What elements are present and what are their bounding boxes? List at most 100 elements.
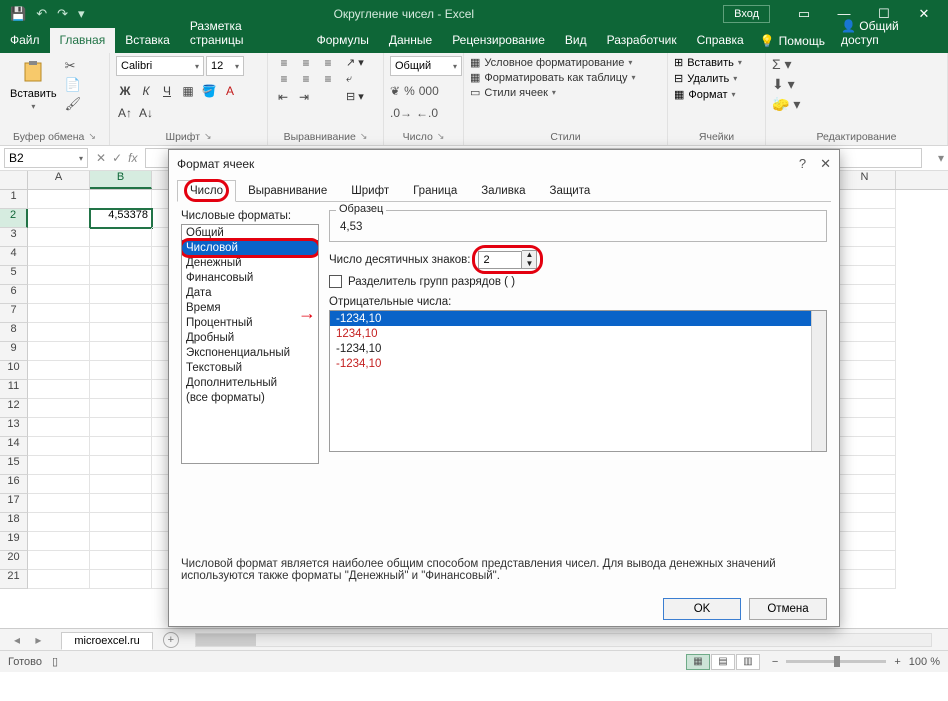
negative-list-item[interactable]: 1234,10 <box>330 326 826 341</box>
formula-expand-icon[interactable]: ▾ <box>938 151 944 165</box>
comma-icon[interactable]: 000 <box>419 84 439 98</box>
sheet-nav-icons[interactable]: ◂ ▸ <box>0 633 61 647</box>
format-list-item[interactable]: Процентный <box>182 315 318 330</box>
cell[interactable] <box>834 418 896 437</box>
cell[interactable] <box>28 247 90 266</box>
ok-button[interactable]: OK <box>663 598 741 620</box>
cell[interactable] <box>834 570 896 589</box>
cell[interactable] <box>90 285 152 304</box>
cell[interactable] <box>834 513 896 532</box>
new-sheet-button[interactable]: + <box>163 632 179 648</box>
format-list-item[interactable]: Числовой <box>182 240 318 255</box>
dialog-tab-fill[interactable]: Заливка <box>469 181 537 201</box>
increase-indent-icon[interactable]: ⇥ <box>295 90 313 104</box>
fx-cancel-icon[interactable]: ✕ <box>96 151 106 165</box>
decimals-input[interactable] <box>478 251 522 269</box>
row-header[interactable]: 6 <box>0 285 28 304</box>
cell[interactable] <box>28 456 90 475</box>
tab-data[interactable]: Данные <box>379 28 442 53</box>
insert-cells-button[interactable]: ⊞ Вставить ▾ <box>674 56 742 69</box>
cell[interactable] <box>834 228 896 247</box>
clipboard-dialog-launcher-icon[interactable]: ↘ <box>88 131 96 143</box>
conditional-formatting-button[interactable]: ▦ Условное форматирование ▾ <box>470 56 636 69</box>
row-header[interactable]: 12 <box>0 399 28 418</box>
decrease-decimal-icon[interactable]: ←.0 <box>416 106 438 120</box>
format-list-item[interactable]: Денежный <box>182 255 318 270</box>
cell[interactable] <box>90 361 152 380</box>
cell[interactable] <box>834 323 896 342</box>
font-size-combo[interactable]: 12▾ <box>206 56 244 76</box>
cell[interactable] <box>90 304 152 323</box>
cell[interactable] <box>28 304 90 323</box>
row-header[interactable]: 16 <box>0 475 28 494</box>
login-button[interactable]: Вход <box>723 5 770 23</box>
copy-icon[interactable]: 📄 <box>65 77 82 93</box>
cell[interactable] <box>28 209 90 228</box>
cell[interactable] <box>834 361 896 380</box>
row-header[interactable]: 11 <box>0 380 28 399</box>
row-header[interactable]: 15 <box>0 456 28 475</box>
cell[interactable] <box>28 190 90 209</box>
cell[interactable] <box>28 494 90 513</box>
neg-list-scrollbar[interactable] <box>811 311 826 451</box>
row-header[interactable]: 13 <box>0 418 28 437</box>
align-right-icon[interactable]: ≡ <box>318 72 338 86</box>
percent-icon[interactable]: % <box>404 84 415 98</box>
select-all-cell[interactable] <box>0 171 28 189</box>
bold-button[interactable]: Ж <box>116 84 134 98</box>
cell[interactable] <box>834 399 896 418</box>
cell[interactable] <box>90 380 152 399</box>
cell[interactable] <box>28 266 90 285</box>
align-middle-icon[interactable]: ≡ <box>296 56 316 70</box>
fx-icon[interactable]: fx <box>128 151 137 165</box>
negative-numbers-list[interactable]: -1234,101234,10-1234,10-1234,10 <box>329 310 827 452</box>
italic-button[interactable]: К <box>137 84 155 98</box>
align-dialog-launcher-icon[interactable]: ↘ <box>360 131 368 143</box>
view-pagebreak-icon[interactable]: ▥ <box>736 654 760 670</box>
undo-icon[interactable]: ↶ <box>36 6 47 22</box>
cell[interactable] <box>834 285 896 304</box>
border-button[interactable]: ▦ <box>179 84 197 98</box>
cell[interactable] <box>90 570 152 589</box>
cell[interactable] <box>28 475 90 494</box>
row-header[interactable]: 9 <box>0 342 28 361</box>
merge-button[interactable]: ⊟ ▾ <box>346 90 364 103</box>
number-dialog-launcher-icon[interactable]: ↘ <box>437 131 445 143</box>
font-color-button[interactable]: A <box>221 84 239 98</box>
cell[interactable] <box>834 304 896 323</box>
cell[interactable] <box>90 323 152 342</box>
font-dialog-launcher-icon[interactable]: ↘ <box>204 131 212 143</box>
cell[interactable] <box>90 228 152 247</box>
font-name-combo[interactable]: Calibri▾ <box>116 56 204 76</box>
fill-icon[interactable]: ⬇ ▾ <box>772 76 800 93</box>
tab-help[interactable]: Справка <box>687 28 754 53</box>
paste-button[interactable]: Вставить▾ <box>6 56 61 113</box>
delete-cells-button[interactable]: ⊟ Удалить ▾ <box>674 72 742 85</box>
cell[interactable] <box>28 342 90 361</box>
dialog-tab-align[interactable]: Выравнивание <box>236 181 339 201</box>
align-left-icon[interactable]: ≡ <box>274 72 294 86</box>
cell[interactable] <box>28 532 90 551</box>
negative-list-item[interactable]: -1234,10 <box>330 341 826 356</box>
zoom-level[interactable]: 100 % <box>909 656 940 668</box>
format-list-item[interactable]: Финансовый <box>182 270 318 285</box>
cell[interactable] <box>90 475 152 494</box>
row-header[interactable]: 18 <box>0 513 28 532</box>
cell[interactable] <box>90 190 152 209</box>
zoom-slider[interactable] <box>786 660 886 663</box>
name-box[interactable]: B2▾ <box>4 148 88 168</box>
cell[interactable]: 4,53378 <box>90 209 152 228</box>
cell[interactable] <box>90 494 152 513</box>
row-header[interactable]: 19 <box>0 532 28 551</box>
cell[interactable] <box>28 418 90 437</box>
cell[interactable] <box>28 437 90 456</box>
view-pagelayout-icon[interactable]: ▤ <box>711 654 735 670</box>
format-list-item[interactable]: Текстовый <box>182 360 318 375</box>
cell[interactable] <box>28 285 90 304</box>
tab-view[interactable]: Вид <box>555 28 597 53</box>
row-header[interactable]: 8 <box>0 323 28 342</box>
spinner-down-icon[interactable]: ▼ <box>522 260 536 269</box>
column-header[interactable]: B <box>90 171 152 189</box>
cell[interactable] <box>834 475 896 494</box>
currency-icon[interactable]: ❦ <box>390 84 400 98</box>
